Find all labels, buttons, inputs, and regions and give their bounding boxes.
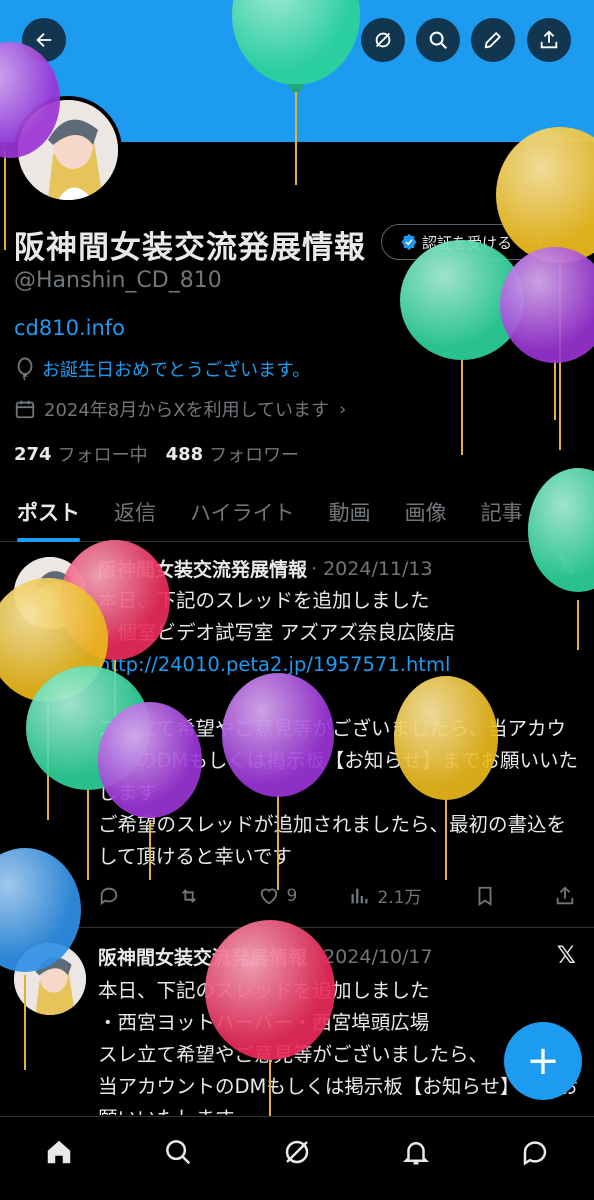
- share-icon: [556, 885, 574, 904]
- post-avatar[interactable]: [14, 557, 86, 629]
- back-arrow-icon: [36, 32, 52, 48]
- nav-search[interactable]: [163, 1137, 193, 1171]
- profile-tabs: ポスト 返信 ハイライト 動画 画像 記事: [0, 482, 594, 542]
- plus-icon: +: [526, 1038, 560, 1084]
- view-count: 2.1万: [377, 888, 422, 908]
- get-verified-button[interactable]: 認証を受ける: [381, 224, 541, 260]
- post-date[interactable]: · 2024/10/17: [311, 946, 433, 968]
- tab-articles-label: 記事: [480, 501, 523, 525]
- like-count: 9: [286, 885, 298, 906]
- post-line: スレ立て希望やご意見等がございましたら、当アカウントのDMもしくは掲示板【お知ら…: [98, 717, 578, 804]
- views-chart-icon: [352, 888, 369, 903]
- search-icon: [166, 1139, 191, 1164]
- get-verified-label: 認証を受ける: [422, 233, 513, 252]
- repost-button[interactable]: [178, 885, 206, 907]
- profile-name: 阪神間女装交流発展情報: [14, 230, 366, 266]
- post-line: 本日、下記のスレッドを追加しました: [98, 979, 430, 1002]
- nav-grok[interactable]: [282, 1137, 312, 1171]
- followers-label[interactable]: フォロワー: [209, 441, 299, 467]
- compose-post-button[interactable]: +: [504, 1022, 582, 1100]
- post-author-name[interactable]: 阪神間女装交流発展情報: [98, 943, 307, 970]
- tab-replies[interactable]: 返信: [97, 482, 173, 542]
- back-button[interactable]: [22, 18, 66, 62]
- balloon-icon: [17, 357, 33, 381]
- nav-home[interactable]: [44, 1137, 74, 1171]
- reply-icon: [100, 887, 118, 905]
- active-tab-indicator: [17, 538, 80, 542]
- birthday-text: お誕生日おめでとうございます。: [42, 360, 311, 381]
- post-actions: 9 2.1万: [98, 883, 582, 908]
- profile-handle: @Hanshin_CD_810: [14, 268, 222, 293]
- joined-date[interactable]: 2024年8月からXを利用しています ›: [14, 396, 346, 422]
- grok-icon: [375, 32, 391, 48]
- profile-avatar[interactable]: [14, 96, 122, 204]
- tab-replies-label: 返信: [114, 501, 156, 525]
- tab-media-label: 画像: [404, 501, 447, 525]
- repost-icon: [182, 888, 197, 903]
- balloon-purple: [500, 247, 594, 420]
- verified-badge-icon: [401, 233, 417, 251]
- heart-icon: [261, 888, 278, 904]
- post-header: 阪神間女装交流発展情報 · 2024/10/17: [98, 943, 433, 970]
- like-button[interactable]: 9: [258, 885, 297, 907]
- share-icon: [540, 30, 558, 49]
- bookmark-icon: [478, 886, 492, 906]
- nav-notifications[interactable]: [401, 1137, 431, 1171]
- joined-text: 2024年8月からXを利用しています: [44, 400, 330, 421]
- bell-icon: [402, 1141, 429, 1164]
- follow-stats: 274 フォロー中 488 フォロワー: [14, 441, 317, 467]
- post-line: 当アカウントのDMもしくは掲示板【お知らせ】までお願いいたします: [98, 1075, 578, 1115]
- tab-articles[interactable]: 記事: [464, 482, 540, 542]
- bookmark-button[interactable]: [474, 885, 502, 907]
- following-count[interactable]: 274: [14, 444, 52, 465]
- tab-videos-label: 動画: [328, 501, 371, 525]
- grok-icon: [285, 1140, 309, 1163]
- balloon-yellow: [496, 127, 594, 450]
- followers-count[interactable]: 488: [166, 444, 204, 465]
- views-button[interactable]: 2.1万: [349, 883, 422, 908]
- tab-videos[interactable]: 動画: [312, 482, 388, 542]
- post-line: ・西宮ヨットハーバー・西宮埠頭広場: [98, 1011, 430, 1034]
- edit-button[interactable]: [471, 18, 515, 62]
- share-button[interactable]: [527, 18, 571, 62]
- tab-media[interactable]: 画像: [388, 482, 464, 542]
- post-avatar[interactable]: [14, 943, 86, 1015]
- calendar-icon: [15, 400, 35, 419]
- chevron-right-icon: ›: [339, 398, 347, 420]
- following-label[interactable]: フォロー中: [58, 441, 148, 467]
- tab-posts-label: ポスト: [17, 501, 80, 525]
- post-link[interactable]: http://24010.peta2.jp/1957571.html: [98, 649, 578, 681]
- grok-button[interactable]: [361, 18, 405, 62]
- tab-highlights[interactable]: ハイライト: [173, 482, 312, 542]
- search-icon: [429, 31, 447, 49]
- post-line: ・個室ビデオ試写室 アズアズ奈良広陵店: [98, 621, 456, 644]
- post-author-name[interactable]: 阪神間女装交流発展情報: [98, 555, 307, 582]
- balloon-green: [400, 240, 524, 455]
- post-line: 本日、下記のスレッドを追加しました: [98, 589, 430, 612]
- tab-posts[interactable]: ポスト: [0, 482, 97, 542]
- pencil-icon: [484, 32, 501, 49]
- post-header: 阪神間女装交流発展情報 · 2024/11/13: [98, 555, 433, 582]
- post-item[interactable]: 阪神間女装交流発展情報 · 2024/11/13 𝕏 本日、下記のスレッドを追加…: [0, 543, 594, 928]
- post-text: 本日、下記のスレッドを追加しました・個室ビデオ試写室 アズアズ奈良広陵店 http…: [98, 585, 578, 873]
- birthday-message: お誕生日おめでとうございます。: [14, 356, 310, 382]
- home-icon: [48, 1140, 71, 1163]
- bottom-navigation: [0, 1116, 594, 1200]
- nav-messages[interactable]: [520, 1137, 550, 1171]
- avatar-image: [18, 100, 118, 200]
- share-post-button[interactable]: [554, 885, 582, 907]
- post-line: ご希望のスレッドが追加されましたら、最初の書込をして頂けると幸いです: [98, 813, 567, 868]
- reply-button[interactable]: [98, 885, 126, 907]
- message-icon: [523, 1140, 546, 1166]
- profile-website-link[interactable]: cd810.info: [14, 316, 125, 340]
- search-button[interactable]: [416, 18, 460, 62]
- post-item[interactable]: 阪神間女装交流発展情報 · 2024/10/17 𝕏 本日、下記のスレッドを追加…: [0, 929, 594, 1119]
- x-logo-icon: 𝕏: [556, 551, 576, 579]
- x-logo-icon: 𝕏: [556, 941, 576, 969]
- post-date[interactable]: · 2024/11/13: [311, 558, 433, 580]
- tab-highlights-label: ハイライト: [190, 501, 295, 525]
